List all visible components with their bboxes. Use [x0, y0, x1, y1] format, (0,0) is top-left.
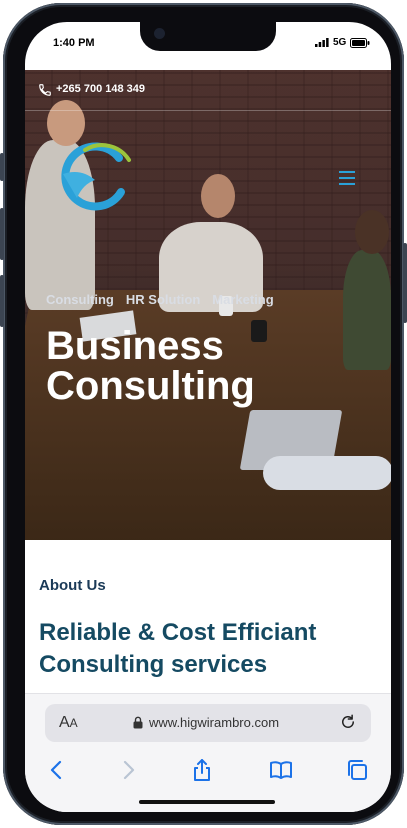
back-icon[interactable]: [45, 758, 69, 782]
phone-icon: [39, 84, 51, 96]
screen: 1:40 PM 5G +265 700 148 349 Consulting H…: [25, 22, 391, 812]
text-size-button[interactable]: AA: [59, 714, 78, 732]
status-time: 1:40 PM: [53, 37, 95, 49]
share-icon[interactable]: [190, 758, 214, 782]
volume-up-button: [0, 208, 4, 260]
silent-switch: [0, 153, 4, 181]
about-label: About Us: [39, 577, 106, 594]
camera: [154, 28, 165, 39]
status-indicators: 5G: [315, 37, 370, 48]
nav-link-consulting[interactable]: Consulting: [46, 292, 114, 307]
signal-icon: [315, 38, 329, 47]
hero-section: +265 700 148 349 Consulting HR Solution …: [25, 70, 391, 540]
hero-photo-arm: [263, 456, 391, 490]
phone-frame: 1:40 PM 5G +265 700 148 349 Consulting H…: [0, 3, 407, 825]
contact-bar: +265 700 148 349: [25, 70, 391, 111]
browser-toolbar: [25, 756, 391, 786]
lock-icon: [133, 716, 143, 729]
nav-link-marketing[interactable]: Marketing: [212, 292, 273, 307]
nav-links: Consulting HR Solution Marketing: [46, 292, 274, 307]
url-text[interactable]: www.higwirambro.com: [149, 715, 279, 730]
browser-chrome: AA www.higwirambro.com: [25, 693, 391, 812]
tabs-icon[interactable]: [345, 758, 369, 782]
power-button: [403, 243, 407, 323]
battery-icon: [350, 37, 370, 48]
notch: [140, 22, 276, 51]
home-indicator[interactable]: [139, 800, 275, 804]
hero-title: Business Consulting: [46, 324, 255, 408]
address-bar[interactable]: AA www.higwirambro.com: [45, 704, 371, 742]
network-label: 5G: [333, 37, 347, 48]
logo[interactable]: [55, 140, 137, 212]
hero-photo-head: [355, 210, 389, 254]
forward-icon[interactable]: [116, 758, 140, 782]
bookmarks-icon[interactable]: [269, 758, 293, 782]
volume-down-button: [0, 275, 4, 327]
menu-icon[interactable]: [339, 171, 355, 185]
reload-icon[interactable]: [339, 713, 357, 731]
nav-link-hr-solution[interactable]: HR Solution: [126, 292, 200, 307]
hero-photo-head: [201, 174, 235, 218]
section-headline: Reliable & Cost Efficiant Consulting ser…: [39, 619, 317, 678]
contact-phone[interactable]: +265 700 148 349: [56, 83, 145, 95]
